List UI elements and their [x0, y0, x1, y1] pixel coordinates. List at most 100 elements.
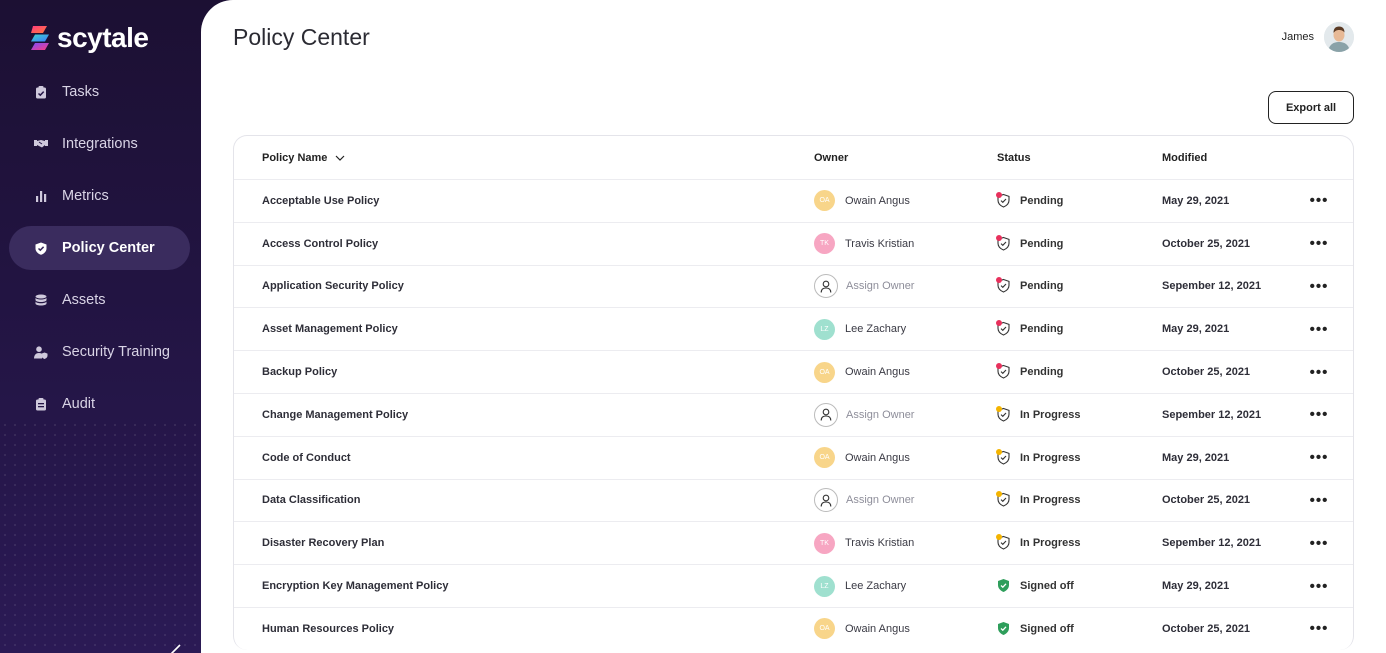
policy-name-cell[interactable]: Asset Management Policy	[262, 308, 398, 350]
modified-date: May 29, 2021	[1162, 323, 1230, 336]
owner-cell[interactable]: OA Owain Angus	[814, 180, 910, 222]
owner-avatar: TK	[814, 532, 835, 554]
sidebar-item-tasks[interactable]: Tasks	[9, 70, 190, 114]
user-outline-icon	[814, 274, 838, 299]
table-row[interactable]: Disaster Recovery Plan TK Travis Kristian I…	[234, 521, 1353, 564]
table-row[interactable]: Application Security Policy Assign Owner P…	[234, 264, 1353, 308]
assign-owner-button[interactable]: Assign Owner	[814, 480, 914, 522]
shield-status-icon	[996, 405, 1011, 423]
policy-name-cell[interactable]: Change Management Policy	[262, 394, 408, 436]
more-options-icon[interactable]: •••	[1310, 192, 1329, 209]
policy-name: Disaster Recovery Plan	[262, 537, 385, 550]
logo[interactable]: scytale	[29, 22, 149, 54]
column-header-label: Policy Name	[262, 151, 328, 164]
sidebar-item-label: Metrics	[62, 188, 109, 204]
owner-avatar: OA	[814, 361, 835, 383]
table-row[interactable]: Data Classification Assign Owner In Progre…	[234, 478, 1353, 522]
table-row[interactable]: Backup Policy OA Owain Angus Pending October…	[234, 350, 1353, 393]
policy-name: Acceptable Use Policy	[262, 194, 380, 207]
user-menu[interactable]: James	[1282, 22, 1354, 52]
more-options-icon[interactable]: •••	[1310, 321, 1329, 338]
policy-name-cell[interactable]: Application Security Policy	[262, 266, 404, 308]
policy-name-cell[interactable]: Access Control Policy	[262, 223, 378, 265]
owner-name: Lee Zachary	[845, 580, 907, 593]
owner-cell[interactable]: OA Owain Angus	[814, 351, 910, 393]
policy-name: Access Control Policy	[262, 237, 379, 250]
sidebar-item-security-training[interactable]: Security Training	[9, 330, 190, 374]
modified-date: Sepember 12, 2021	[1162, 408, 1262, 421]
owner-cell[interactable]: LZ Lee Zachary	[814, 308, 906, 350]
user-outline-icon	[814, 488, 838, 513]
owner-cell[interactable]: TK Travis Kristian	[814, 522, 914, 564]
policy-name-cell[interactable]: Human Resources Policy	[262, 608, 394, 650]
owner-cell[interactable]: OA Owain Angus	[814, 437, 910, 479]
assign-owner-button[interactable]: Assign Owner	[814, 394, 914, 436]
policy-name-cell[interactable]: Data Classification	[262, 480, 360, 522]
status-badge: In Progress	[1020, 494, 1081, 507]
more-options-icon[interactable]: •••	[1310, 406, 1329, 423]
sidebar-item-integrations[interactable]: Integrations	[9, 122, 190, 166]
collapse-sidebar-icon[interactable]	[168, 643, 182, 653]
user-photo-icon	[1324, 22, 1354, 52]
clipboard-list-icon	[34, 397, 48, 411]
status-cell: Pending	[996, 351, 1063, 393]
policy-name: Backup Policy	[262, 366, 338, 379]
export-all-button[interactable]: Export all	[1268, 91, 1354, 124]
sidebar-item-policy-center[interactable]: Policy Center	[9, 226, 190, 270]
more-options-icon[interactable]: •••	[1310, 578, 1329, 595]
more-options-icon[interactable]: •••	[1310, 235, 1329, 252]
more-options-icon[interactable]: •••	[1310, 278, 1329, 295]
shield-status-icon	[996, 234, 1011, 252]
more-options-icon[interactable]: •••	[1310, 449, 1329, 466]
policy-name: Human Resources Policy	[262, 622, 395, 635]
row-actions-cell: •••	[1310, 223, 1328, 265]
owner-cell[interactable]: LZ Lee Zachary	[814, 565, 906, 607]
status-cell: Pending	[996, 180, 1063, 222]
table-row[interactable]: Acceptable Use Policy OA Owain Angus Pendin…	[234, 179, 1353, 222]
sidebar-item-metrics[interactable]: Metrics	[9, 174, 190, 218]
owner-avatar: OA	[814, 618, 835, 640]
table-header: Policy Name Owner Status Modified	[234, 136, 1353, 179]
more-options-icon[interactable]: •••	[1310, 535, 1329, 552]
modified-date: October 25, 2021	[1162, 237, 1251, 250]
assign-owner-label: Assign Owner	[846, 494, 915, 507]
column-header-owner[interactable]: Owner	[814, 136, 848, 179]
policy-name-cell[interactable]: Acceptable Use Policy	[262, 180, 379, 222]
bar-chart-icon	[34, 189, 48, 203]
sidebar-item-label: Tasks	[62, 84, 100, 100]
policy-name-cell[interactable]: Encryption Key Management Policy	[262, 565, 448, 607]
policy-name-cell[interactable]: Disaster Recovery Plan	[262, 522, 384, 564]
owner-cell[interactable]: TK Travis Kristian	[814, 223, 914, 265]
owner-cell[interactable]: OA Owain Angus	[814, 608, 910, 650]
policy-name: Code of Conduct	[262, 451, 351, 464]
policy-name: Encryption Key Management Policy	[262, 580, 449, 593]
column-header-modified[interactable]: Modified	[1162, 136, 1207, 179]
policy-name-cell[interactable]: Code of Conduct	[262, 437, 351, 479]
more-options-icon[interactable]: •••	[1310, 364, 1329, 381]
policy-name: Data Classification	[262, 494, 361, 507]
assign-owner-button[interactable]: Assign Owner	[814, 266, 914, 308]
more-options-icon[interactable]: •••	[1310, 620, 1329, 637]
column-header-policy-name[interactable]: Policy Name	[262, 136, 345, 179]
table-row[interactable]: Human Resources Policy OA Owain Angus Signe…	[234, 606, 1353, 650]
status-badge: In Progress	[1020, 408, 1081, 421]
avatar[interactable]	[1324, 22, 1354, 52]
table-row[interactable]: Access Control Policy TK Travis Kristian Pe…	[234, 221, 1353, 265]
shield-status-icon	[996, 320, 1011, 337]
row-actions-cell: •••	[1310, 437, 1328, 479]
column-header-status[interactable]: Status	[997, 136, 1031, 179]
sidebar-item-audit[interactable]: Audit	[9, 382, 190, 426]
status-dot-icon	[996, 405, 1002, 412]
user-outline-icon	[814, 402, 838, 427]
shield-status-icon	[996, 363, 1011, 380]
user-shield-icon	[34, 345, 48, 359]
table-row[interactable]: Change Management Policy Assign Owner In P…	[234, 392, 1353, 436]
table-row[interactable]: Encryption Key Management Policy LZ Lee Za…	[234, 564, 1353, 607]
sidebar-item-label: Policy Center	[62, 240, 155, 256]
owner-name: Owain Angus	[845, 194, 910, 207]
table-row[interactable]: Asset Management Policy LZ Lee Zachary Pend…	[234, 307, 1353, 350]
more-options-icon[interactable]: •••	[1310, 492, 1329, 509]
table-row[interactable]: Code of Conduct OA Owain Angus In Progress M…	[234, 435, 1353, 479]
policy-name-cell[interactable]: Backup Policy	[262, 351, 337, 393]
sidebar-item-assets[interactable]: Assets	[9, 278, 190, 322]
